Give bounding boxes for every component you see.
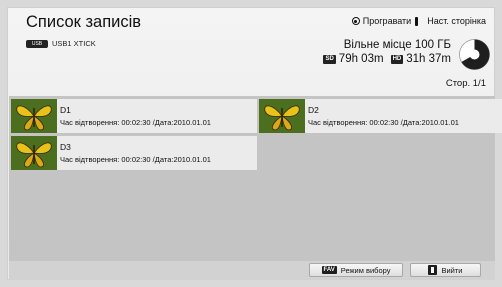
usb-device-label: USB1 XTICK	[52, 39, 96, 48]
exit-button[interactable]: Вийти	[410, 263, 481, 277]
butterfly-thumbnail	[259, 99, 305, 133]
usb-icon: USB	[26, 39, 48, 48]
recording-name: D1	[60, 104, 71, 115]
exit-icon	[428, 265, 438, 275]
recording-meta: Час відтворення: 00:02:30 /Дата:2010.01.…	[308, 117, 459, 127]
remaining-time-row: SD 79h 03m HD 31h 37m	[323, 53, 451, 65]
select-mode-label: Режим вибору	[340, 265, 391, 275]
page-title: Список записів	[26, 13, 142, 31]
free-space-label: Вільне місце 100 ГБ	[343, 39, 451, 51]
next-page-hint-label: Наст. сторінка	[427, 16, 486, 26]
page-button-icon	[414, 16, 424, 26]
butterfly-thumbnail	[11, 99, 57, 133]
usb-device-indicator: USB USB1 XTICK	[26, 39, 96, 48]
footer-bar: FAV Режим вибору Вийти	[9, 261, 495, 280]
fav-key-icon: FAV	[321, 266, 337, 274]
recording-item-d3[interactable]: D3 Час відтворення: 00:02:30 /Дата:2010.…	[11, 136, 257, 170]
recording-meta: Час відтворення: 00:02:30 /Дата:2010.01.…	[60, 154, 211, 164]
recording-item-d2[interactable]: D2 Час відтворення: 00:02:30 /Дата:2010.…	[259, 99, 502, 133]
recording-name: D3	[60, 141, 71, 152]
exit-label: Вийти	[441, 265, 463, 275]
hd-badge: HD	[390, 54, 404, 64]
recording-list-panel: Список записів USB USB1 XTICK Програвати…	[7, 7, 502, 280]
recording-name: D2	[308, 104, 319, 115]
recording-item-d1[interactable]: D1 Час відтворення: 00:02:30 /Дата:2010.…	[11, 99, 257, 133]
select-mode-button[interactable]: FAV Режим вибору	[309, 263, 403, 277]
butterfly-thumbnail	[11, 136, 57, 170]
disk-usage-icon	[459, 39, 490, 70]
hd-remaining-time: 31h 37m	[406, 53, 451, 65]
recording-list: D1 Час відтворення: 00:02:30 /Дата:2010.…	[9, 96, 502, 261]
sd-remaining-time: 79h 03m	[338, 53, 384, 65]
ok-button-icon	[351, 17, 360, 25]
page-indicator: Стор. 1/1	[445, 78, 486, 89]
play-hint-label: Програвати	[362, 16, 412, 26]
control-hints: Програвати Наст. сторінка	[351, 16, 486, 26]
sd-badge: SD	[323, 54, 336, 64]
recording-meta: Час відтворення: 00:02:30 /Дата:2010.01.…	[60, 117, 211, 127]
